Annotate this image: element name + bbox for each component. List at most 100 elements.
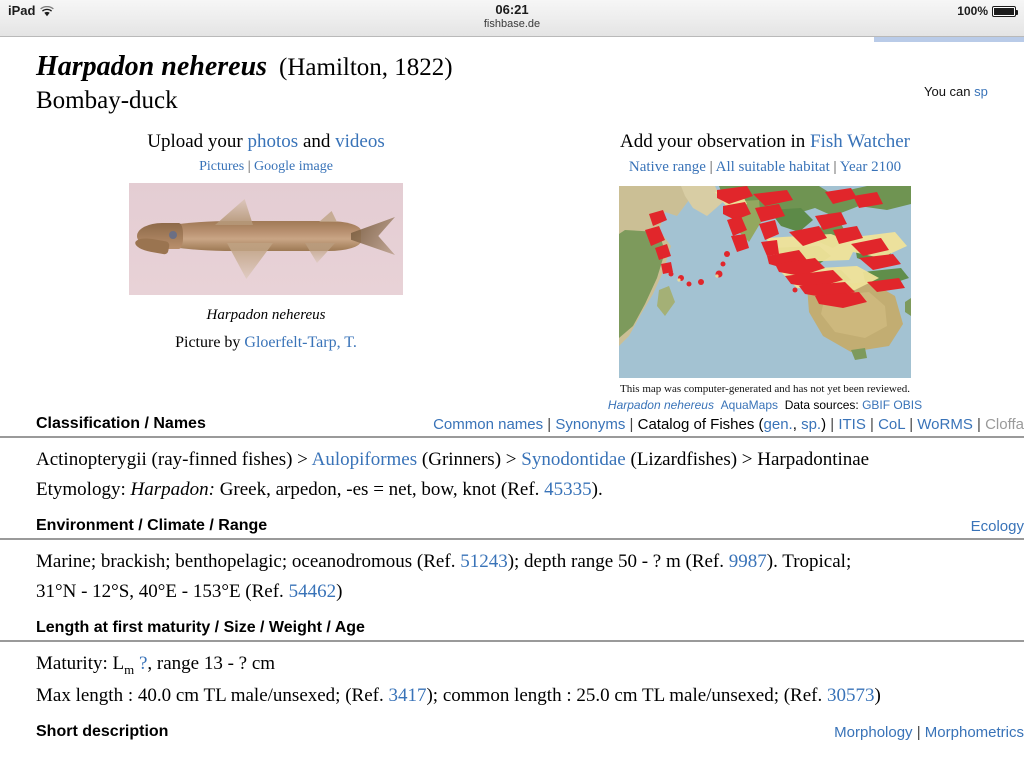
webpage-content: You can sp Harpadon nehereus (Hamilton, 1… — [0, 37, 1024, 768]
fish-photograph[interactable] — [129, 183, 403, 295]
common-name: Bombay-duck — [36, 87, 178, 114]
pictures-link[interactable]: Pictures — [199, 159, 244, 174]
section2-line1-text-2: ); common length : 25.0 cm TL male/unsex… — [426, 684, 827, 706]
fish-anal-fin-shape — [305, 243, 335, 263]
clock-time: 06:21 — [495, 2, 529, 17]
sections-container: Classification / Names Common names | Sy… — [0, 415, 1024, 744]
map-species-link[interactable]: Harpadon nehereus — [608, 398, 714, 412]
notice-accent-bar — [874, 37, 1024, 42]
fish-tail-fin-shape — [351, 217, 395, 255]
aquamaps-link[interactable]: AquaMaps — [721, 398, 778, 412]
ios-status-bar: iPad 06:21 fishbase.de 100% — [0, 0, 1024, 37]
map-disclaimer: This map was computer-generated and has … — [620, 383, 910, 395]
section-title: Environment / Climate / Range — [36, 517, 268, 535]
section0-header-separator-3: | — [625, 416, 638, 433]
link-separator: | — [829, 159, 840, 175]
map-sub-links: Native range | All suitable habitat | Ye… — [530, 159, 1000, 176]
photo-author-link[interactable]: Gloerfelt-Tarp, T. — [244, 334, 356, 351]
section-classification-names: Classification / Names Common names | Sy… — [0, 415, 1024, 503]
section-header: Environment / Climate / Range Ecology — [0, 517, 1024, 541]
battery-percent-label: 100% — [957, 4, 988, 18]
scientific-name: Harpadon nehereus — [36, 51, 268, 82]
section0-line1-text-2: Greek, arpedon, -es = net, bow, knot (Re… — [214, 478, 545, 500]
notice-banner-text[interactable]: You can sp — [924, 84, 1024, 99]
all-suitable-habitat-link[interactable]: All suitable habitat — [716, 159, 830, 175]
section2-line0-subscript-1: m — [124, 661, 135, 677]
upload-videos-link[interactable]: videos — [335, 131, 385, 152]
section1-line1-text-0: 31°N - 12°S, 40°E - 153°E (Ref. — [36, 580, 289, 602]
section0-line1-italic-1: Harpadon: — [130, 478, 215, 500]
data-sources-label: Data sources: — [784, 398, 863, 412]
section0-header-link-15[interactable]: WoRMS — [917, 416, 973, 433]
section3-header-link-0[interactable]: Morphology — [834, 724, 912, 741]
section0-header-separator-1: | — [543, 416, 556, 433]
native-range-link[interactable]: Native range — [629, 159, 706, 175]
section1-header-link-0[interactable]: Ecology — [971, 518, 1024, 535]
media-row: Upload your photos and videos Pictures |… — [0, 131, 1024, 412]
section2-line1-text-4: ) — [874, 684, 881, 706]
environment-line: Marine; brackish; benthopelagic; oceanod… — [36, 548, 988, 576]
section1-line1-text-2: ) — [336, 580, 343, 602]
notice-link[interactable]: sp — [974, 84, 988, 99]
section0-header-text-4: Catalog of Fishes — [637, 416, 759, 433]
section0-header-link-0[interactable]: Common names — [433, 416, 543, 433]
year-2100-link[interactable]: Year 2100 — [840, 159, 901, 175]
section2-line1-link-3[interactable]: 30573 — [827, 685, 875, 706]
map-sources-line: Harpadon nehereus AquaMaps Data sources:… — [530, 398, 1000, 412]
section0-header-separator-10: | — [826, 416, 839, 433]
max-length-line: Max length : 40.0 cm TL male/unsexed; (R… — [36, 682, 988, 710]
section-header: Classification / Names Common names | Sy… — [0, 415, 1024, 438]
section1-line1-link-1[interactable]: 54462 — [289, 581, 337, 602]
section2-line1-link-1[interactable]: 3417 — [388, 685, 426, 706]
distribution-map-image[interactable] — [619, 186, 911, 378]
section-short-description: Short description Morphology | Morphomet… — [36, 723, 1024, 744]
fish-watcher-link[interactable]: Fish Watcher — [810, 131, 910, 152]
section-body: Maturity: Lm ?, range 13 - ? cm Max leng… — [36, 650, 988, 709]
map-panel: Add your observation in Fish Watcher Nat… — [530, 131, 1000, 412]
map-graphic — [619, 186, 911, 378]
section0-header-link-6[interactable]: gen. — [764, 416, 793, 433]
section0-header-disabled-link-17: Cloffa — [985, 416, 1024, 433]
section0-header-link-2[interactable]: Synonyms — [555, 416, 625, 433]
photo-credit: Picture by Gloerfelt-Tarp, T. — [36, 334, 496, 352]
section1-line0-text-4: ). Tropical; — [766, 551, 852, 573]
section0-line1-link-3[interactable]: 45335 — [544, 479, 592, 500]
range-line: 31°N - 12°S, 40°E - 153°E (Ref. 54462) — [36, 578, 988, 606]
etymology-line: Etymology: Harpadon: Greek, arpedon, -es… — [36, 476, 988, 504]
link-separator: | — [244, 159, 254, 174]
observation-prefix: Add your observation in — [620, 131, 810, 152]
upload-photos-link[interactable]: photos — [248, 131, 299, 152]
section3-header-separator-1: | — [912, 724, 925, 742]
section-body: Actinopterygii (ray-finned fishes) > Aul… — [36, 446, 988, 503]
section1-line0-link-3[interactable]: 9987 — [729, 551, 767, 572]
photo-caption: Harpadon nehereus — [206, 307, 326, 323]
section-header: Short description Morphology | Morphomet… — [0, 723, 1024, 744]
section0-line0-link-1[interactable]: Aulopiformes — [312, 449, 418, 470]
section-header: Length at first maturity / Size / Weight… — [0, 619, 1024, 643]
google-image-link[interactable]: Google image — [254, 159, 333, 174]
section0-header-separator-14: | — [905, 416, 918, 433]
section0-header-link-11[interactable]: ITIS — [838, 416, 866, 433]
section0-line0-text-0: Actinopterygii (ray-finned fishes) > — [36, 449, 312, 470]
section0-line0-link-3[interactable]: Synodontidae — [521, 449, 626, 470]
section0-line0-text-4: (Lizardfishes) > Harpadontinae — [625, 449, 870, 470]
section-length-size-weight-age: Length at first maturity / Size / Weight… — [0, 619, 1024, 709]
section0-header-separator-16: | — [972, 416, 986, 433]
section0-header-text-7: , — [792, 416, 802, 433]
gbif-obis-link[interactable]: GBIF OBIS — [862, 398, 922, 412]
section-title: Classification / Names — [36, 415, 206, 432]
section1-line0-link-1[interactable]: 51243 — [460, 551, 508, 572]
section3-header-link-2[interactable]: Morphometrics — [925, 724, 1024, 741]
fish-dorsal-fin-shape — [215, 199, 253, 225]
section-environment-climate-range: Environment / Climate / Range Ecology Ma… — [0, 517, 1024, 606]
species-authority: (Hamilton, 1822) — [279, 54, 453, 81]
section1-line0-text-2: ); depth range 50 - ? m (Ref. — [507, 551, 729, 573]
taxonomy-line: Actinopterygii (ray-finned fishes) > Aul… — [36, 446, 988, 474]
section0-header-link-8[interactable]: sp. — [801, 416, 821, 433]
section1-line0-text-0: Marine; brackish; benthopelagic; oceanod… — [36, 551, 461, 573]
status-bar-right: 100% — [957, 4, 1018, 18]
maturity-line: Maturity: Lm ?, range 13 - ? cm — [36, 650, 988, 680]
photo-sub-links: Pictures | Google image — [36, 159, 496, 175]
section2-line0-text-4: , range 13 - ? cm — [147, 653, 276, 675]
section0-header-link-13[interactable]: CoL — [878, 416, 905, 433]
